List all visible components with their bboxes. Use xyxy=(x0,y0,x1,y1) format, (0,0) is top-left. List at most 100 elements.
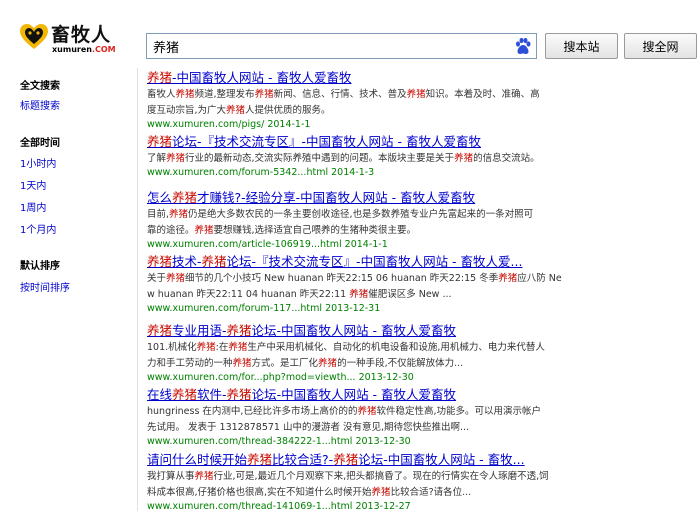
result-title-link[interactable]: 养猪论坛-『技术交流专区』-中国畜牧人网站 - 畜牧人爱畜牧 xyxy=(147,134,697,150)
text-segment: 关于 xyxy=(147,273,167,284)
text-segment: 知识。本着及时、准确、高 xyxy=(425,89,540,100)
keyword-highlight: 养猪 xyxy=(226,105,246,116)
text-segment: 比较合适?请各位... xyxy=(390,487,472,498)
text-segment: 的一种手段,不仅能解放体力... xyxy=(337,358,464,369)
sidebar-item-1week[interactable]: 1周内 xyxy=(20,199,46,214)
sidebar-item-title-search[interactable]: 标题搜索 xyxy=(20,97,60,112)
sidebar-divider xyxy=(137,68,138,511)
text-segment: 行业的最新动态,交流实际养殖中遇到的问题。本版块主要是关于 xyxy=(185,153,455,164)
result-title-link[interactable]: 养猪专业用语-养猪论坛-中国畜牧人网站 - 畜牧人爱畜牧 xyxy=(147,323,697,339)
sidebar-item-1day[interactable]: 1天内 xyxy=(20,177,46,192)
keyword-highlight: 养猪 xyxy=(254,89,274,100)
text-segment: 先试用。 发表于 1312878571 山中的漫游者 没有意见,期待您快些推出啊… xyxy=(147,422,470,433)
result-url: www.xumuren.com/for...php?mod=viewth... … xyxy=(147,372,414,383)
text-segment: 要想赚钱,选择适宜自己喂养的生猪种类很主要。 xyxy=(213,225,417,236)
result-snippet: 目前,养猪仍是绝大多数农民的一条主要创收途径,也是多数养殖专业户先富起来的一条对… xyxy=(147,207,697,222)
keyword-highlight: 养猪 xyxy=(166,273,186,284)
text-segment: 论坛-『技术交流专区』-中国畜牧人网站 - 畜牧人爱... xyxy=(226,254,523,269)
text-segment: 101.机械化 xyxy=(147,342,197,353)
sidebar-head-sort[interactable]: 默认排序 xyxy=(20,257,60,272)
keyword-highlight: 养猪 xyxy=(349,289,369,300)
keyword-highlight: 养猪 xyxy=(196,342,216,353)
keyword-highlight: 养猪 xyxy=(166,153,186,164)
text-segment: hungriness 在内测中,已经比许多市场上高价的的 xyxy=(147,406,358,417)
result-snippet: 力和手工劳动的一种养猪方式。是工厂化养猪的一种手段,不仅能解放体力... xyxy=(147,356,697,371)
sidebar-item-1month[interactable]: 1个月内 xyxy=(20,221,56,236)
keyword-highlight: 养猪 xyxy=(498,273,518,284)
header: 畜牧人 xumuren.COM 搜本站 搜全网 xyxy=(0,0,700,64)
keyword-highlight: 养猪 xyxy=(147,254,173,269)
keyword-highlight: 养猪 xyxy=(172,190,198,205)
search-site-button[interactable]: 搜本站 xyxy=(545,33,618,59)
text-segment: 度互动宗旨,为广大 xyxy=(147,105,227,116)
filter-sidebar: 全文搜索 标题搜索 全部时间 1小时内 1天内 1周内 1个月内 默认排序 按时… xyxy=(0,64,137,511)
keyword-highlight: 养猪 xyxy=(454,153,474,164)
keyword-highlight: 养猪 xyxy=(175,89,195,100)
search-web-button[interactable]: 搜全网 xyxy=(624,33,697,59)
sidebar-head-time[interactable]: 全部时间 xyxy=(20,134,60,149)
text-segment: 仍是绝大多数农民的一条主要创收途径,也是多数养殖专业户先富起来的一条对照可 xyxy=(188,209,534,220)
result-title-link[interactable]: 在线养猪软件-养猪论坛-中国畜牧人网站 - 畜牧人爱畜牧 xyxy=(147,387,697,403)
text-segment: -中国畜牧人网站 - 畜牧人爱畜牧 xyxy=(172,70,352,85)
logo-domain: xumuren.COM xyxy=(52,45,116,54)
site-logo[interactable]: 畜牧人 xumuren.COM xyxy=(20,20,120,56)
result-snippet: hungriness 在内测中,已经比许多市场上高价的的养猪软件稳定性高,功能多… xyxy=(147,404,697,419)
search-result: 养猪专业用语-养猪论坛-中国畜牧人网站 - 畜牧人爱畜牧 101.机械化养猪:在养… xyxy=(147,323,697,385)
text-segment: 了解 xyxy=(147,153,167,164)
text-segment: 力和手工劳动的一种 xyxy=(147,358,233,369)
search-result: 养猪技术-养猪论坛-『技术交流专区』-中国畜牧人网站 - 畜牧人爱... 关于养猪… xyxy=(147,254,697,316)
keyword-highlight: 养猪 xyxy=(333,452,359,467)
search-result: 请问什么时候开始养猪比较合适?-养猪论坛-中国畜牧人网站 - 畜牧... 我打算从… xyxy=(147,452,697,514)
text-segment: 怎么 xyxy=(147,190,173,205)
result-snippet: 料成本很高,仔猪价格也很高,实在不知道什么时候开始养猪比较合适?请各位... xyxy=(147,485,697,500)
search-input[interactable] xyxy=(147,34,507,58)
result-snippet: w huanan 昨天22:11 04 huanan 昨天22:11 养猪催肥误… xyxy=(147,287,697,302)
text-segment: 才赚钱?-经验分享-中国畜牧人网站 - 畜牧人爱畜牧 xyxy=(197,190,476,205)
search-result: 养猪-中国畜牧人网站 - 畜牧人爱畜牧 畜牧人养猪频道,整理发布养猪新闻、信息、行… xyxy=(147,70,697,132)
search-box xyxy=(146,33,537,59)
keyword-highlight: 养猪 xyxy=(247,452,273,467)
text-segment: 应八防 Ne xyxy=(517,273,562,284)
text-segment: 靠的途径。 xyxy=(147,225,195,236)
sidebar-item-fulltext[interactable]: 全文搜索 xyxy=(20,77,60,92)
keyword-highlight: 养猪 xyxy=(228,342,248,353)
text-segment: 目前, xyxy=(147,209,170,220)
keyword-highlight: 养猪 xyxy=(318,358,338,369)
keyword-highlight: 养猪 xyxy=(226,323,252,338)
result-url: www.xumuren.com/forum-117...html 2013-12… xyxy=(147,303,381,314)
result-url: www.xumuren.com/forum-5342...html 2014-1… xyxy=(147,167,375,178)
text-segment: 催肥误区多 New ... xyxy=(368,289,452,300)
keyword-highlight: 养猪 xyxy=(147,134,173,149)
result-title-link[interactable]: 怎么养猪才赚钱?-经验分享-中国畜牧人网站 - 畜牧人爱畜牧 xyxy=(147,190,697,206)
text-segment: 软件稳定性高,功能多。可以用演示帐户 xyxy=(376,406,541,417)
text-segment: :在 xyxy=(215,342,229,353)
result-title-link[interactable]: 请问什么时候开始养猪比较合适?-养猪论坛-中国畜牧人网站 - 畜牧... xyxy=(147,452,697,468)
result-snippet: 101.机械化养猪:在养猪生产中采用机械化、自动化的机电设备和设施,用机械力、电… xyxy=(147,340,697,355)
sidebar-item-sort-time[interactable]: 按时间排序 xyxy=(20,279,70,294)
text-segment: 新闻、信息、行情、技术、普及 xyxy=(273,89,407,100)
keyword-highlight: 养猪 xyxy=(226,387,252,402)
result-snippet: 度互动宗旨,为广大养猪人提供优质的服务。 xyxy=(147,103,697,118)
sidebar-item-1hour[interactable]: 1小时内 xyxy=(20,155,56,170)
result-snippet: 关于养猪细节的几个小技巧 New huanan 昨天22:15 06 huana… xyxy=(147,271,697,286)
text-segment: 生产中采用机械化、自动化的机电设备和设施,用机械力、电力来代替人 xyxy=(247,342,545,353)
text-segment: 专业用语- xyxy=(172,323,227,338)
baidu-paw-icon[interactable] xyxy=(514,37,532,55)
result-title-link[interactable]: 养猪技术-养猪论坛-『技术交流专区』-中国畜牧人网站 - 畜牧人爱... xyxy=(147,254,697,270)
text-segment: w huanan 昨天22:11 04 huanan 昨天22:11 xyxy=(147,289,350,300)
result-snippet: 先试用。 发表于 1312878571 山中的漫游者 没有意见,期待您快些推出啊… xyxy=(147,420,697,435)
result-url: www.xumuren.com/article-106919...html 20… xyxy=(147,239,388,250)
result-snippet: 我打算从事养猪行业,可是,最近几个月观察下来,把头都搞昏了。现在的行情实在令人琢… xyxy=(147,469,697,484)
text-segment: 在线 xyxy=(147,387,173,402)
text-segment: 论坛-中国畜牧人网站 - 畜牧... xyxy=(358,452,525,467)
keyword-highlight: 养猪 xyxy=(169,209,189,220)
keyword-highlight: 养猪 xyxy=(406,89,426,100)
text-segment: 论坛-中国畜牧人网站 - 畜牧人爱畜牧 xyxy=(251,323,457,338)
text-segment: 我打算从事 xyxy=(147,471,195,482)
text-segment: 频道,整理发布 xyxy=(194,89,255,100)
keyword-highlight: 养猪 xyxy=(201,254,227,269)
keyword-highlight: 养猪 xyxy=(147,323,173,338)
search-result: 养猪论坛-『技术交流专区』-中国畜牧人网站 - 畜牧人爱畜牧 了解养猪行业的最新动… xyxy=(147,134,697,180)
keyword-highlight: 养猪 xyxy=(371,487,391,498)
result-title-link[interactable]: 养猪-中国畜牧人网站 - 畜牧人爱畜牧 xyxy=(147,70,697,86)
